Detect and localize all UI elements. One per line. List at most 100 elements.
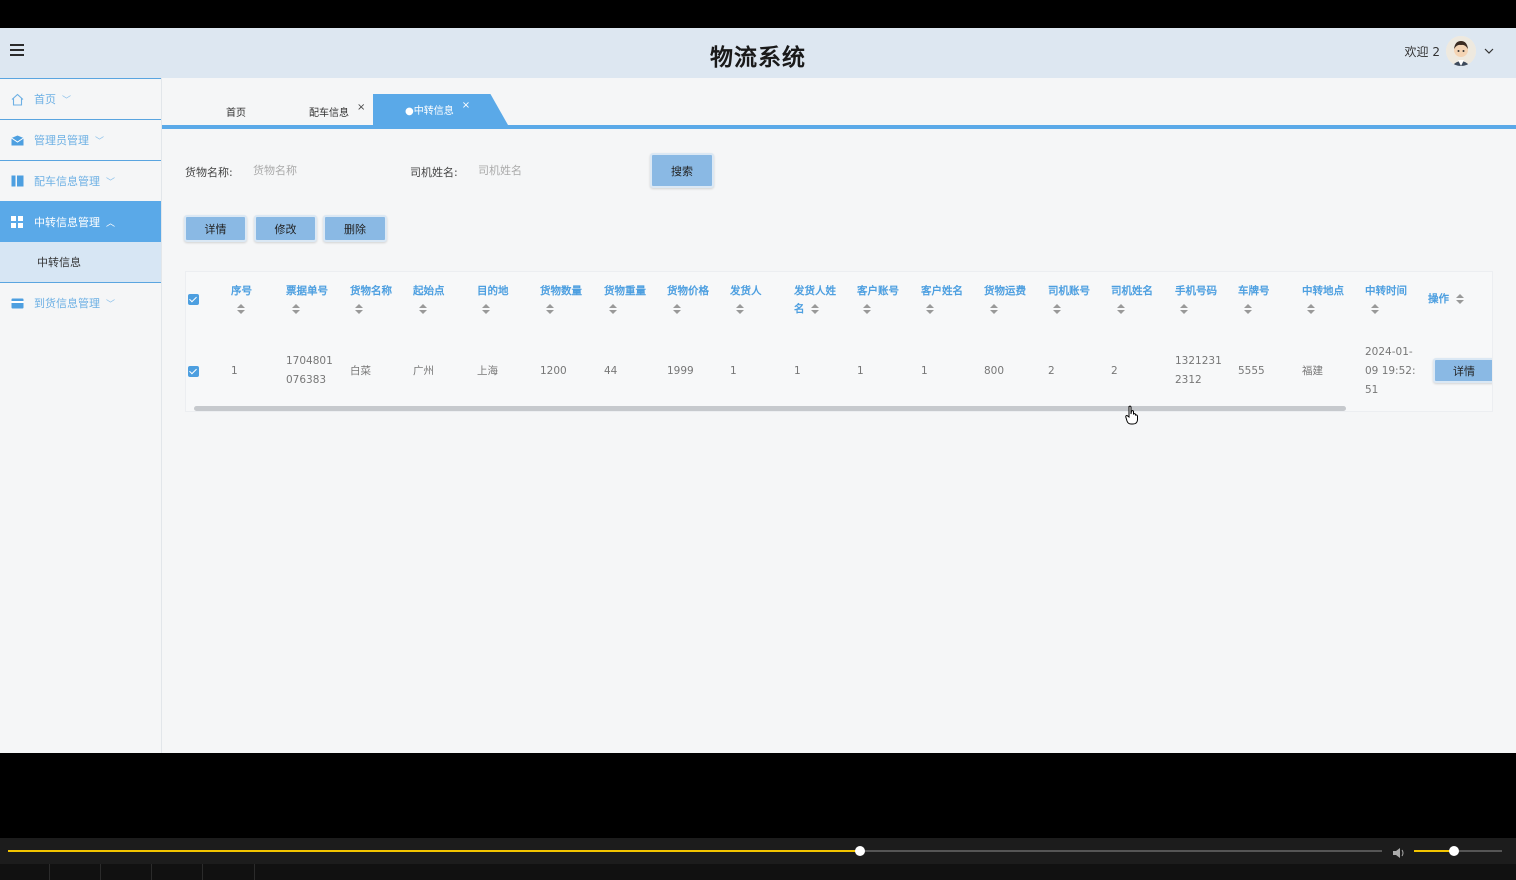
sort-icon[interactable]: [1371, 303, 1379, 315]
volume-icon[interactable]: [1392, 844, 1406, 858]
sidebar-subitem-transfer-info[interactable]: 中转信息: [0, 242, 161, 282]
column-header[interactable]: 客户账号: [857, 282, 899, 300]
sort-icon[interactable]: [1456, 293, 1464, 305]
chevron-down-icon: ﹀: [106, 177, 116, 188]
horizontal-scrollbar[interactable]: [194, 406, 1346, 411]
sort-icon[interactable]: [1180, 303, 1188, 315]
sort-icon[interactable]: [355, 303, 363, 315]
column-header[interactable]: 发货人: [730, 282, 762, 300]
sidebar-item-admin[interactable]: 管理员管理 ﹀: [0, 119, 161, 160]
volume-fill: [1414, 850, 1454, 852]
sidebar-item-transfer[interactable]: 中转信息管理 ︿: [0, 201, 161, 242]
table-cell: 1: [794, 365, 801, 377]
tab-transfer-info[interactable]: ●中转信息 ×: [373, 94, 508, 125]
column-header[interactable]: 手机号码: [1175, 282, 1217, 300]
card-icon: [10, 296, 24, 310]
sort-icon[interactable]: [482, 303, 490, 315]
table-cell: 2024-01-: [1365, 346, 1413, 358]
chevron-down-icon: ﹀: [62, 95, 72, 106]
sort-icon[interactable]: [990, 303, 998, 315]
close-icon[interactable]: ×: [357, 102, 365, 113]
column-header[interactable]: 货物重量: [604, 282, 646, 300]
column-header[interactable]: 司机姓名: [1111, 282, 1153, 300]
sort-icon[interactable]: [1307, 303, 1315, 315]
detail-button[interactable]: 详情: [184, 215, 247, 242]
select-all-checkbox[interactable]: [188, 294, 199, 305]
delete-button[interactable]: 删除: [323, 215, 387, 242]
sidebar-item-label: 首页: [34, 93, 56, 106]
column-header[interactable]: 操作: [1428, 290, 1449, 308]
tab-bar: 首页 配车信息 × ●中转信息 ×: [162, 78, 1516, 131]
table-cell: 1704801: [286, 355, 333, 367]
table-cell: 1999: [667, 365, 694, 377]
sort-icon[interactable]: [1117, 303, 1125, 315]
progress-fill: [8, 850, 860, 852]
hand-cursor-icon: [1125, 405, 1139, 429]
driver-name-input[interactable]: [478, 158, 618, 182]
row-checkbox[interactable]: [188, 366, 199, 377]
column-header[interactable]: 车牌号: [1238, 282, 1270, 300]
row-detail-button[interactable]: 详情: [1433, 358, 1492, 383]
sidebar-item-home[interactable]: 首页 ﹀: [0, 78, 161, 119]
column-header[interactable]: 货物价格: [667, 282, 709, 300]
tab-home[interactable]: 首页: [226, 98, 246, 125]
table-cell: 51: [1365, 384, 1379, 396]
edit-button[interactable]: 修改: [254, 215, 317, 242]
user-menu[interactable]: 欢迎 2: [1405, 36, 1494, 66]
column-header[interactable]: 货物数量: [540, 282, 582, 300]
table-cell: 5555: [1238, 365, 1265, 377]
tab-vehicle-info[interactable]: 配车信息 ×: [309, 98, 365, 125]
sort-icon[interactable]: [419, 303, 427, 315]
sort-icon[interactable]: [736, 303, 744, 315]
column-header[interactable]: 名: [794, 300, 805, 318]
column-header[interactable]: 目的地: [477, 282, 509, 300]
sidebar-item-arrival[interactable]: 到货信息管理 ﹀: [0, 282, 161, 323]
sidebar-item-vehicle[interactable]: 配车信息管理 ﹀: [0, 160, 161, 201]
sort-icon[interactable]: [673, 303, 681, 315]
volume-track[interactable]: [1414, 846, 1502, 856]
column-header[interactable]: 中转时间: [1365, 282, 1407, 300]
table-cell: 2: [1048, 365, 1055, 377]
sort-icon[interactable]: [1053, 303, 1061, 315]
tab-label: ●中转信息: [405, 106, 454, 117]
column-header[interactable]: 序号: [231, 282, 252, 300]
sort-icon[interactable]: [546, 303, 554, 315]
progress-track[interactable]: [8, 846, 1382, 856]
table-cell: 上海: [477, 365, 498, 377]
column-header[interactable]: 票据单号: [286, 282, 328, 300]
column-header[interactable]: 起始点: [413, 282, 445, 300]
table-cell: 1: [730, 365, 737, 377]
column-header[interactable]: 司机账号: [1048, 282, 1090, 300]
column-header[interactable]: 发货人姓: [794, 282, 836, 300]
table-cell: 1: [921, 365, 928, 377]
search-button[interactable]: 搜索: [650, 153, 714, 188]
volume-knob[interactable]: [1448, 846, 1459, 856]
column-header[interactable]: 客户姓名: [921, 282, 963, 300]
chevron-down-icon: [1484, 45, 1494, 58]
column-header[interactable]: 中转地点: [1302, 282, 1344, 300]
sort-icon[interactable]: [1244, 303, 1252, 315]
progress-knob[interactable]: [854, 846, 865, 856]
top-header: 物流系统 欢迎 2: [0, 28, 1516, 78]
table-cell: 广州: [413, 365, 434, 377]
app-window: 物流系统 欢迎 2 首页 ﹀ 管理员管理 ﹀ 配车信息管理 ﹀ 中转信息管理 ︿…: [0, 28, 1516, 753]
sort-icon[interactable]: [609, 303, 617, 315]
taskbar-segment: [203, 864, 255, 880]
sort-icon[interactable]: [926, 303, 934, 315]
goods-name-input[interactable]: [253, 158, 383, 182]
tab-label: 首页: [226, 108, 246, 119]
sort-icon[interactable]: [811, 303, 819, 315]
avatar[interactable]: [1446, 36, 1476, 66]
table-cell: 福建: [1302, 365, 1323, 377]
panel-icon: [10, 174, 24, 188]
app-title: 物流系统: [710, 45, 806, 71]
sort-icon[interactable]: [863, 303, 871, 315]
column-header[interactable]: 货物运费: [984, 282, 1026, 300]
data-table: 序号 票据单号 货物名称 起始点 目的地 货物数量 货物重量 货物价格 发货人 …: [185, 271, 1493, 412]
table-cell: 2: [1111, 365, 1118, 377]
table-cell: 1200: [540, 365, 567, 377]
sort-icon[interactable]: [237, 303, 245, 315]
column-header[interactable]: 货物名称: [350, 282, 392, 300]
sort-icon[interactable]: [292, 303, 300, 315]
close-icon[interactable]: ×: [462, 100, 470, 111]
